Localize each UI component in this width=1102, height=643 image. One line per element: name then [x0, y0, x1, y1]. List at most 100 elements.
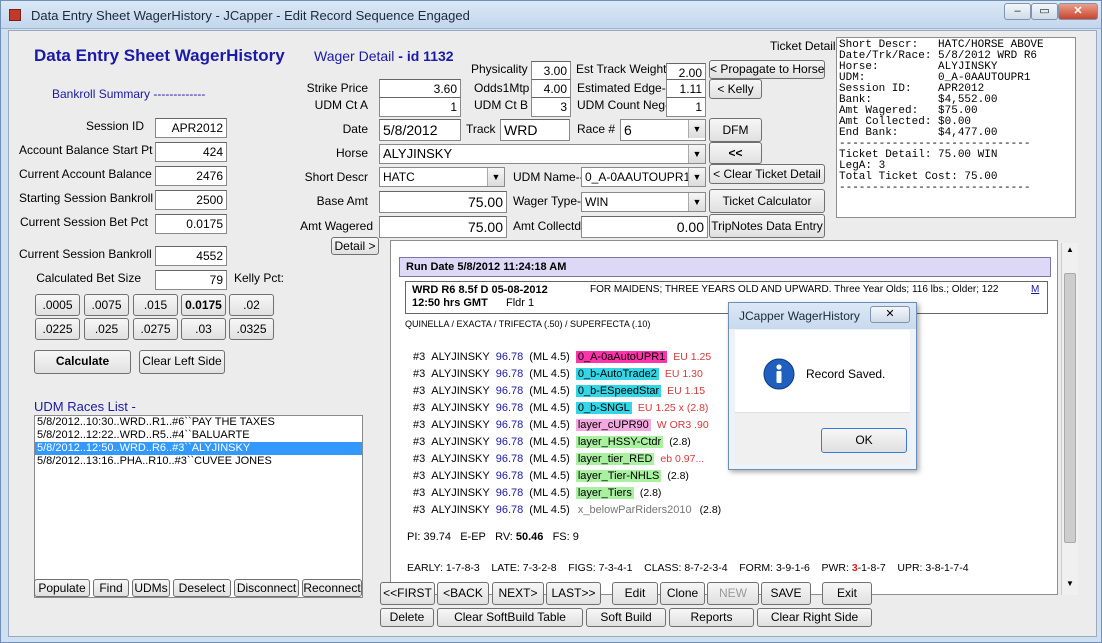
- find-button[interactable]: Find: [93, 579, 129, 597]
- scroll-down-icon[interactable]: ▼: [1064, 579, 1076, 591]
- pct-button-0005[interactable]: .0005: [35, 294, 80, 316]
- account-balance-start-field[interactable]: 424: [155, 142, 227, 162]
- list-item[interactable]: 5/8/2012..12:22..WRD..R5..#4``BALUARTE: [35, 429, 362, 442]
- clear-ticket-detail-button[interactable]: < Clear Ticket Detail: [709, 164, 825, 184]
- list-item-selected[interactable]: 5/8/2012..12:50..WRD..R6..#3``ALYJINSKY: [35, 442, 362, 455]
- vertical-scrollbar[interactable]: ▲ ▼: [1061, 243, 1078, 595]
- udm-races-list[interactable]: 5/8/2012..10:30..WRD..R1..#6``PAY THE TA…: [34, 415, 363, 598]
- chevron-down-icon[interactable]: ▼: [487, 168, 504, 186]
- race-number-select[interactable]: 6 ▼: [620, 119, 706, 141]
- calculate-button[interactable]: Calculate: [34, 350, 131, 374]
- strike-price-field[interactable]: 3.60: [379, 79, 461, 99]
- clear-right-side-button[interactable]: Clear Right Side: [757, 608, 872, 627]
- back-button[interactable]: <BACK: [437, 582, 489, 605]
- chevron-down-icon[interactable]: ▼: [688, 120, 705, 138]
- amt-wagered-field[interactable]: 75.00: [379, 216, 507, 238]
- pct-button-0325[interactable]: .0325: [229, 318, 274, 340]
- current-session-bet-pct-field[interactable]: 0.0175: [155, 214, 227, 234]
- udm-races-heading: UDM Races List -: [34, 399, 136, 414]
- odds1mtp-field[interactable]: 4.00: [531, 79, 571, 99]
- udm-tail: (2.8): [639, 487, 662, 499]
- wager-type-select[interactable]: WIN ▼: [581, 192, 706, 212]
- current-session-bankroll-field[interactable]: 4552: [155, 246, 227, 266]
- maximize-button[interactable]: ▭: [1031, 3, 1058, 20]
- amt-collected-field[interactable]: 0.00: [581, 216, 708, 238]
- ticket-calculator-button[interactable]: Ticket Calculator: [709, 189, 825, 213]
- disconnect-button[interactable]: Disconnect: [234, 579, 299, 597]
- deselect-button[interactable]: Deselect: [173, 579, 231, 597]
- ok-button[interactable]: OK: [821, 428, 907, 453]
- udm-ct-b-field[interactable]: 3: [531, 97, 571, 117]
- reconnect-button[interactable]: Reconnect: [302, 579, 362, 597]
- udm-tail: W OR3 .90: [656, 419, 709, 431]
- udms-button[interactable]: UDMs: [132, 579, 170, 597]
- edit-button[interactable]: Edit: [612, 582, 658, 605]
- fs-value: FS: 9: [552, 531, 579, 543]
- wager-type-label: Wager Type-: [513, 194, 582, 208]
- reports-button[interactable]: Reports: [669, 608, 754, 627]
- list-item[interactable]: 5/8/2012..10:30..WRD..R1..#6``PAY THE TA…: [35, 416, 362, 429]
- starting-session-bankroll-field[interactable]: 2500: [155, 190, 227, 210]
- morning-line: (ML 4.5): [529, 436, 570, 448]
- estimated-edge-field[interactable]: 1.11: [666, 79, 706, 99]
- pct-button-03[interactable]: .03: [181, 318, 226, 340]
- pct-button-00175[interactable]: 0.0175: [181, 294, 226, 316]
- new-button[interactable]: NEW: [707, 582, 759, 605]
- morning-line: (ML 4.5): [529, 385, 570, 397]
- short-descr-select[interactable]: HATC ▼: [379, 167, 505, 187]
- detail-button[interactable]: Detail >: [331, 237, 379, 255]
- tripnotes-data-entry-button[interactable]: TripNotes Data Entry: [709, 214, 825, 238]
- clone-button[interactable]: Clone: [660, 582, 705, 605]
- delete-button[interactable]: Delete: [380, 608, 434, 627]
- kelly-button[interactable]: < Kelly: [709, 79, 762, 99]
- udm-row: #3 ALYJINSKY 96.78 (ML 4.5) layer_Tiers (2.8): [413, 485, 667, 501]
- udm-tail: EU 1.30: [664, 368, 703, 380]
- pct-button-02[interactable]: .02: [229, 294, 274, 316]
- race-m-link[interactable]: M: [1031, 284, 1039, 295]
- pct-button-025[interactable]: .025: [84, 318, 129, 340]
- list-item[interactable]: 5/8/2012..13:16..PHA..R10..#3``CUVEE JON…: [35, 455, 362, 468]
- populate-button[interactable]: Populate: [34, 579, 90, 597]
- pct-button-0275[interactable]: .0275: [133, 318, 178, 340]
- udm-tail: EU 1.25 x (2.8): [637, 402, 709, 414]
- udm-count-neg-field[interactable]: 1: [666, 97, 706, 117]
- exit-button[interactable]: Exit: [822, 582, 872, 605]
- dialog-close-button[interactable]: ✕: [870, 306, 910, 323]
- current-account-balance-label: Current Account Balance: [19, 167, 152, 181]
- udm-ct-a-field[interactable]: 1: [379, 97, 461, 117]
- soft-build-button[interactable]: Soft Build: [586, 608, 666, 627]
- horse-select[interactable]: ALYJINSKY ▼: [379, 144, 706, 164]
- current-account-balance-field[interactable]: 2476: [155, 166, 227, 186]
- close-button[interactable]: ✕: [1058, 3, 1098, 20]
- first-button[interactable]: <<FIRST: [380, 582, 435, 605]
- pct-button-015[interactable]: .015: [133, 294, 178, 316]
- back-arrow-button[interactable]: <<: [709, 142, 762, 164]
- track-field[interactable]: WRD: [500, 119, 570, 141]
- save-button[interactable]: SAVE: [761, 582, 811, 605]
- pct-button-0075[interactable]: .0075: [84, 294, 129, 316]
- date-field[interactable]: 5/8/2012: [379, 119, 461, 141]
- udm-name-select[interactable]: 0_A-0AAUTOUPR1 ▼: [581, 167, 706, 187]
- estimated-edge-label: Estimated Edge---: [577, 81, 674, 95]
- chevron-down-icon[interactable]: ▼: [688, 168, 705, 186]
- scroll-thumb[interactable]: [1064, 273, 1076, 543]
- dfm-button[interactable]: DFM: [709, 118, 762, 142]
- propagate-to-horse-button[interactable]: < Propagate to Horse: [709, 60, 825, 79]
- score-value: 96.78: [495, 504, 524, 516]
- calculated-bet-size-field[interactable]: 79: [155, 270, 227, 290]
- clear-softbuild-table-button[interactable]: Clear SoftBuild Table: [437, 608, 583, 627]
- clear-left-side-button[interactable]: Clear Left Side: [139, 350, 225, 374]
- chevron-down-icon[interactable]: ▼: [688, 193, 705, 211]
- session-id-field[interactable]: APR2012: [155, 118, 227, 138]
- minimize-button[interactable]: ‒: [1004, 3, 1031, 20]
- pct-button-0225[interactable]: .0225: [35, 318, 80, 340]
- ticket-detail-panel[interactable]: Short Descr: HATC/HORSE ABOVE Date/Trk/R…: [836, 37, 1076, 218]
- udm-tail: EU 1.15: [667, 385, 706, 397]
- horse-label: Horse: [335, 146, 368, 160]
- last-button[interactable]: LAST>>: [546, 582, 601, 605]
- physicality-field[interactable]: 3.00: [531, 61, 571, 81]
- base-amt-field[interactable]: 75.00: [379, 191, 507, 213]
- next-button[interactable]: NEXT>: [492, 582, 544, 605]
- chevron-down-icon[interactable]: ▼: [688, 145, 705, 163]
- scroll-up-icon[interactable]: ▲: [1064, 245, 1076, 257]
